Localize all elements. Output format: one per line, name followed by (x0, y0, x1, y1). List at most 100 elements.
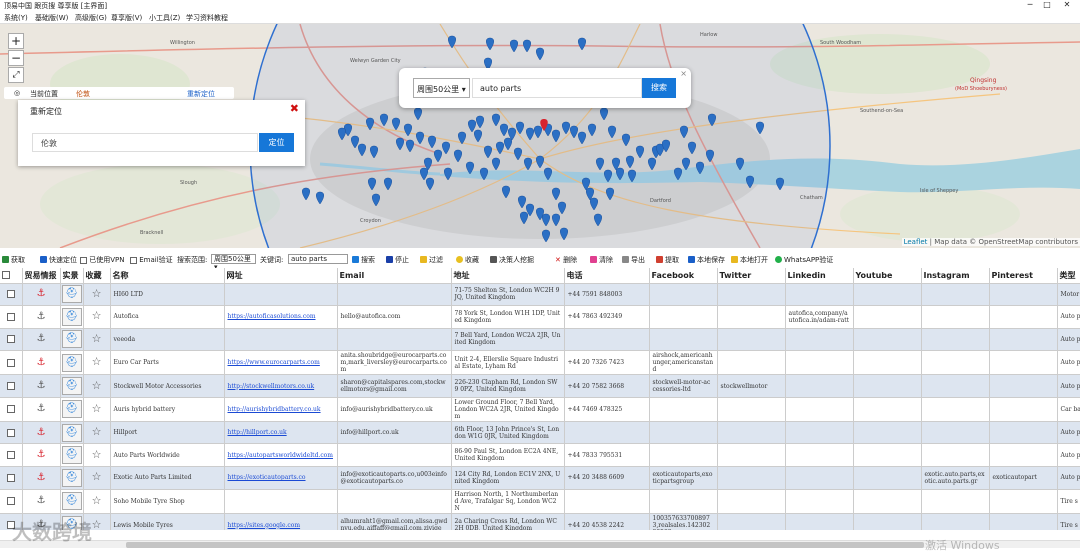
table-row[interactable]: ⚓ ⛑ ☆ Autofica https://autoficasolutions.com… (0, 305, 1080, 329)
row-checkbox[interactable] (0, 328, 23, 352)
star-icon[interactable]: ☆ (83, 328, 111, 352)
clear-button[interactable]: 清除 (590, 255, 613, 265)
local-save-button[interactable]: 本地保存 (688, 255, 725, 265)
menu-advanced[interactable]: 高级版(G) (75, 13, 107, 23)
col-phone[interactable]: 电话 (564, 268, 650, 284)
star-icon[interactable]: ☆ (83, 489, 111, 514)
col-favorite[interactable]: 收藏 (83, 268, 111, 284)
search-button[interactable]: 搜索 (352, 255, 375, 265)
keyword-field[interactable]: auto parts (288, 254, 348, 264)
menu-tutorials[interactable]: 学习资料教程 (186, 13, 228, 23)
relocate-input[interactable]: 伦敦 (32, 133, 258, 152)
extract-button[interactable]: 提取 (656, 255, 679, 265)
cell-url[interactable]: https://autoficasolutions.com (224, 305, 338, 329)
star-icon[interactable]: ☆ (83, 350, 111, 376)
favorite-button[interactable]: 收藏 (456, 255, 479, 265)
cell-url[interactable]: http://aurishybridbattery.co.uk (224, 397, 338, 422)
results-table[interactable]: 贸易情报 实景 收藏 名称 网址 Email 地址 电话 Facebook Tw… (0, 268, 1080, 530)
col-url[interactable]: 网址 (224, 268, 338, 284)
streetview-icon[interactable]: ⛑ (60, 374, 84, 398)
map-view[interactable]: Willington Welwyn Garden City Harlow Sou… (0, 24, 1080, 248)
streetview-icon[interactable]: ⛑ (60, 489, 84, 514)
quick-locate-button[interactable]: 快速定位 (40, 255, 77, 265)
streetview-icon[interactable]: ⛑ (60, 350, 84, 376)
maximize-icon[interactable]: □ (1038, 0, 1056, 9)
streetview-icon[interactable]: ⛑ (60, 305, 84, 329)
table-row[interactable]: ⚓ ⛑ ☆ Auto Parts Worldwide https://autoparts… (0, 443, 1080, 468)
col-youtube[interactable]: Youtube (853, 268, 922, 284)
menu-tools[interactable]: 小工具(Z) (149, 13, 180, 23)
fetch-button[interactable]: 获取 (2, 255, 25, 265)
col-instagram[interactable]: Instagram (921, 268, 990, 284)
star-icon[interactable]: ☆ (83, 421, 111, 445)
table-row[interactable]: ⚓ ⛑ ☆ veeoda 7 Bell Yard, London WC2A 2JR, U… (0, 328, 1080, 352)
export-button[interactable]: 导出 (622, 255, 645, 265)
delete-button[interactable]: ✕ 删除 (555, 255, 577, 265)
col-facebook[interactable]: Facebook (649, 268, 718, 284)
row-checkbox[interactable] (0, 443, 23, 468)
anchor-icon[interactable]: ⚓ (22, 328, 61, 352)
cell-url[interactable]: http://stockwellmotors.co.uk (224, 374, 338, 398)
row-checkbox[interactable] (0, 350, 23, 376)
leaflet-link[interactable]: Leaflet (904, 238, 928, 246)
relocate-link[interactable]: 重新定位 (187, 89, 215, 99)
table-row[interactable]: ⚓ ⛑ ☆ Stockwell Motor Accessories http://sto… (0, 374, 1080, 398)
anchor-icon[interactable]: ⚓ (22, 443, 61, 468)
stop-button[interactable]: 停止 (386, 255, 409, 265)
table-row[interactable]: ⚓ ⛑ ☆ Lewis Mobile Tyres https://sites.googl… (0, 513, 1080, 530)
col-streetview[interactable]: 实景 (60, 268, 84, 284)
streetview-icon[interactable]: ⛑ (60, 421, 84, 445)
streetview-icon[interactable]: ⛑ (60, 466, 84, 490)
cell-url[interactable]: http://hillport.co.uk (224, 421, 338, 445)
col-address[interactable]: 地址 (451, 268, 565, 284)
row-checkbox[interactable] (0, 421, 23, 445)
anchor-icon[interactable]: ⚓ (22, 350, 61, 376)
select-all-header[interactable] (0, 268, 23, 284)
fullscreen-icon[interactable]: ⤢ (8, 67, 24, 83)
range-select[interactable]: 周围50公里 ▾ (413, 78, 470, 98)
menu-basic[interactable]: 基础版(W) (35, 13, 68, 23)
table-row[interactable]: ⚓ ⛑ ☆ Auris hybrid battery http://aurishybri… (0, 397, 1080, 422)
search-button[interactable]: 搜索 (642, 78, 676, 98)
scrollbar-thumb[interactable] (126, 542, 924, 548)
close-icon[interactable]: ✖ (290, 102, 299, 115)
col-trade-intel[interactable]: 贸易情报 (22, 268, 61, 284)
star-icon[interactable]: ☆ (83, 283, 111, 307)
streetview-icon[interactable]: ⛑ (60, 328, 84, 352)
anchor-icon[interactable]: ⚓ (22, 421, 61, 445)
streetview-icon[interactable]: ⛑ (60, 397, 84, 422)
anchor-icon[interactable]: ⚓ (22, 305, 61, 329)
col-pinterest[interactable]: Pinterest (989, 268, 1058, 284)
filter-button[interactable]: 过滤 (420, 255, 443, 265)
row-checkbox[interactable] (0, 489, 23, 514)
menu-system[interactable]: 系统(Y) (4, 13, 28, 23)
streetview-icon[interactable]: ⛑ (60, 283, 84, 307)
table-row[interactable]: ⚓ ⛑ ☆ Exotic Auto Parts Limited https://exot… (0, 466, 1080, 490)
star-icon[interactable]: ☆ (83, 374, 111, 398)
row-checkbox[interactable] (0, 466, 23, 490)
decision-maker-button[interactable]: 决策人挖掘 (490, 255, 534, 265)
table-row[interactable]: ⚓ ⛑ ☆ Soho Mobile Tyre Shop Harrison North, … (0, 489, 1080, 514)
table-row[interactable]: ⚓ ⛑ ☆ HI60 LTD 71-75 Shelton St, London WC2H… (0, 283, 1080, 307)
anchor-icon[interactable]: ⚓ (22, 489, 61, 514)
star-icon[interactable]: ☆ (83, 443, 111, 468)
anchor-icon[interactable]: ⚓ (22, 466, 61, 490)
close-icon[interactable]: × (680, 69, 687, 78)
close-icon[interactable]: ✕ (1058, 0, 1076, 9)
vpn-checkbox[interactable]: 已使用VPN (80, 255, 124, 265)
whatsapp-verify-button[interactable]: WhatsAPP验证 (775, 255, 833, 265)
col-type[interactable]: 类型 (1057, 268, 1080, 284)
keyword-input[interactable]: auto parts (472, 78, 642, 98)
col-email[interactable]: Email (337, 268, 452, 284)
zoom-in-button[interactable]: + (8, 33, 24, 49)
local-open-button[interactable]: 本地打开 (731, 255, 768, 265)
cell-url[interactable]: https://sites.google.com (224, 513, 338, 530)
streetview-icon[interactable]: ⛑ (60, 443, 84, 468)
star-icon[interactable]: ☆ (83, 466, 111, 490)
range-select[interactable]: 周围50公里 ▾ (211, 254, 256, 271)
row-checkbox[interactable] (0, 283, 23, 307)
row-checkbox[interactable] (0, 397, 23, 422)
col-twitter[interactable]: Twitter (717, 268, 786, 284)
cell-url[interactable]: https://autopartsworldwideltd.com (224, 443, 338, 468)
email-verify-checkbox[interactable]: Email验证 (130, 255, 173, 265)
